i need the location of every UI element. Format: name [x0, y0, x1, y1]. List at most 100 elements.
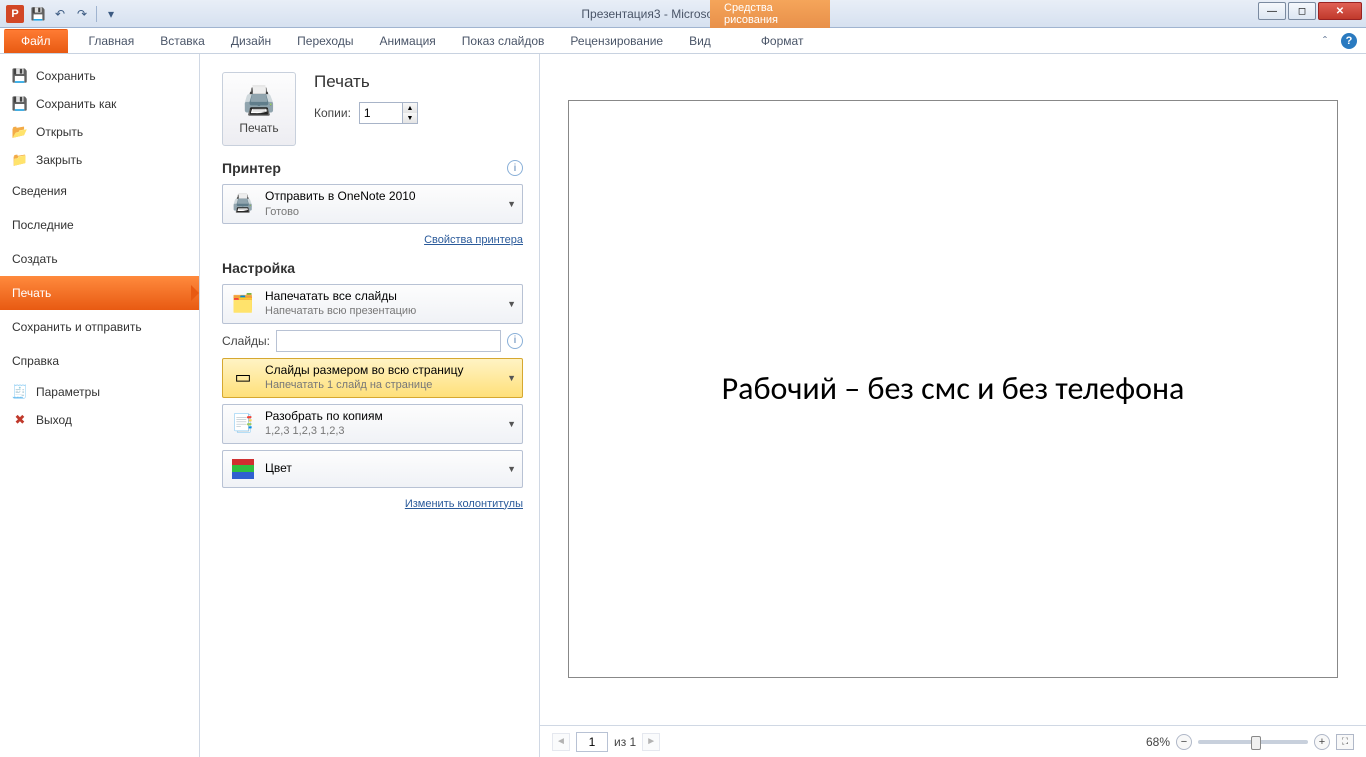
preview-canvas: Рабочий – без смс и без телефона — [540, 54, 1366, 725]
copies-down[interactable]: ▼ — [403, 113, 417, 123]
tab-file[interactable]: Файл — [4, 29, 68, 53]
slides-all-icon: 🗂️ — [229, 292, 257, 316]
printer-section-title: Принтер i — [222, 160, 523, 176]
printer-dropdown[interactable]: 🖨️ Отправить в OneNote 2010 Готово ▼ — [222, 184, 523, 224]
slides-input[interactable] — [276, 330, 501, 352]
nav-label: Сведения — [12, 184, 67, 198]
nav-save[interactable]: 💾 Сохранить — [0, 62, 199, 90]
printer-status: Готово — [265, 205, 416, 219]
folder-close-icon: 📁 — [12, 152, 28, 168]
slide-text: Рабочий – без смс и без телефона — [722, 367, 1185, 410]
layout-sub: Напечатать 1 слайд на странице — [265, 378, 463, 392]
undo-icon[interactable]: ↶ — [50, 4, 70, 24]
zoom-value: 68% — [1146, 735, 1170, 749]
minimize-ribbon-icon[interactable]: ˆ — [1316, 32, 1334, 50]
copies-spinner[interactable]: ▲ ▼ — [359, 102, 418, 124]
window-controls: — ◻ ✕ — [1258, 2, 1362, 20]
tab-slideshow[interactable]: Показ слайдов — [449, 29, 558, 53]
nav-new[interactable]: Создать — [0, 242, 199, 276]
range-sub: Напечатать всю презентацию — [265, 304, 416, 318]
slides-label: Слайды: — [222, 334, 270, 348]
fit-to-window-button[interactable]: ⛶ — [1336, 734, 1354, 750]
printer-device-icon: 🖨️ — [229, 192, 257, 216]
backstage-view: 💾 Сохранить 💾 Сохранить как 📂Открыть 📁 Закр… — [0, 54, 1366, 757]
info-icon[interactable]: i — [507, 333, 523, 349]
chevron-down-icon: ▼ — [507, 299, 516, 309]
nav-label: Открыть — [36, 125, 83, 139]
prev-page-button[interactable]: ◄ — [552, 733, 570, 751]
copies-up[interactable]: ▲ — [403, 103, 417, 113]
tab-view[interactable]: Вид — [676, 29, 724, 53]
save-as-icon: 💾 — [12, 96, 28, 112]
nav-label: Сохранить и отправить — [12, 320, 142, 334]
print-title: Печать — [314, 72, 418, 92]
print-range-dropdown[interactable]: 🗂️ Напечатать все слайды Напечатать всю … — [222, 284, 523, 324]
nav-open[interactable]: 📂Открыть — [0, 118, 199, 146]
tab-insert[interactable]: Вставка — [147, 29, 218, 53]
tab-design[interactable]: Дизайн — [218, 29, 284, 53]
tab-format[interactable]: Формат — [748, 29, 817, 53]
qat-customize-icon[interactable]: ▾ — [101, 4, 121, 24]
contextual-tab-group: Средства рисования — [710, 0, 830, 28]
page-layout-icon: ▭ — [229, 366, 257, 390]
save-icon[interactable]: 💾 — [28, 4, 48, 24]
help-icon[interactable]: ? — [1340, 32, 1358, 50]
nav-info[interactable]: Сведения — [0, 174, 199, 208]
exit-icon: ✖ — [12, 412, 28, 428]
edit-header-footer-link[interactable]: Изменить колонтитулы — [405, 498, 523, 510]
chevron-down-icon: ▼ — [507, 199, 516, 209]
next-page-button[interactable]: ► — [642, 733, 660, 751]
nav-label: Последние — [12, 218, 74, 232]
preview-footer: ◄ из 1 ► 68% − + ⛶ — [540, 725, 1366, 757]
print-button-label: Печать — [239, 121, 278, 135]
print-preview-area: Рабочий – без смс и без телефона ◄ из 1 … — [540, 54, 1366, 757]
color-dropdown[interactable]: Цвет ▼ — [222, 450, 523, 488]
save-icon: 💾 — [12, 68, 28, 84]
redo-icon[interactable]: ↷ — [72, 4, 92, 24]
slide-preview: Рабочий – без смс и без телефона — [568, 100, 1338, 678]
quick-access-toolbar: 💾 ↶ ↷ ▾ — [28, 4, 121, 24]
tab-transitions[interactable]: Переходы — [284, 29, 366, 53]
nav-exit[interactable]: ✖ Выход — [0, 406, 199, 434]
zoom-out-button[interactable]: − — [1176, 734, 1192, 750]
nav-close[interactable]: 📁 Закрыть — [0, 146, 199, 174]
backstage-nav: 💾 Сохранить 💾 Сохранить как 📂Открыть 📁 Закр… — [0, 54, 200, 757]
copies-label: Копии: — [314, 106, 351, 120]
tab-home[interactable]: Главная — [76, 29, 148, 53]
print-layout-dropdown[interactable]: ▭ Слайды размером во всю страницу Напеча… — [222, 358, 523, 398]
tab-animations[interactable]: Анимация — [366, 29, 448, 53]
nav-recent[interactable]: Последние — [0, 208, 199, 242]
nav-share[interactable]: Сохранить и отправить — [0, 310, 199, 344]
nav-label: Закрыть — [36, 153, 82, 167]
nav-label: Выход — [36, 413, 72, 427]
zoom-in-button[interactable]: + — [1314, 734, 1330, 750]
nav-label: Параметры — [36, 385, 100, 399]
nav-label: Справка — [12, 354, 59, 368]
nav-options[interactable]: 🧾 Параметры — [0, 378, 199, 406]
page-number-input[interactable] — [576, 732, 608, 752]
zoom-slider[interactable] — [1198, 740, 1308, 744]
printer-icon: 🖨️ — [242, 84, 277, 117]
nav-save-as[interactable]: 💾 Сохранить как — [0, 90, 199, 118]
print-button[interactable]: 🖨️ Печать — [222, 72, 296, 146]
minimize-button[interactable]: — — [1258, 2, 1286, 20]
collate-title: Разобрать по копиям — [265, 409, 383, 425]
printer-properties-link[interactable]: Свойства принтера — [424, 234, 523, 246]
ribbon-tabs: Файл Главная Вставка Дизайн Переходы Ани… — [0, 28, 1366, 54]
info-icon[interactable]: i — [507, 160, 523, 176]
collate-dropdown[interactable]: 📑 Разобрать по копиям 1,2,3 1,2,3 1,2,3 … — [222, 404, 523, 444]
qat-separator — [96, 6, 97, 22]
maximize-button[interactable]: ◻ — [1288, 2, 1316, 20]
chevron-down-icon: ▼ — [507, 419, 516, 429]
copies-input[interactable] — [360, 103, 402, 123]
nav-label: Сохранить как — [36, 97, 116, 111]
nav-help[interactable]: Справка — [0, 344, 199, 378]
tab-review[interactable]: Рецензирование — [557, 29, 676, 53]
nav-label: Создать — [12, 252, 58, 266]
close-button[interactable]: ✕ — [1318, 2, 1362, 20]
nav-label: Сохранить — [36, 69, 96, 83]
nav-print[interactable]: Печать — [0, 276, 199, 310]
options-icon: 🧾 — [12, 384, 28, 400]
nav-label: Печать — [12, 286, 51, 300]
printer-name: Отправить в OneNote 2010 — [265, 189, 416, 205]
